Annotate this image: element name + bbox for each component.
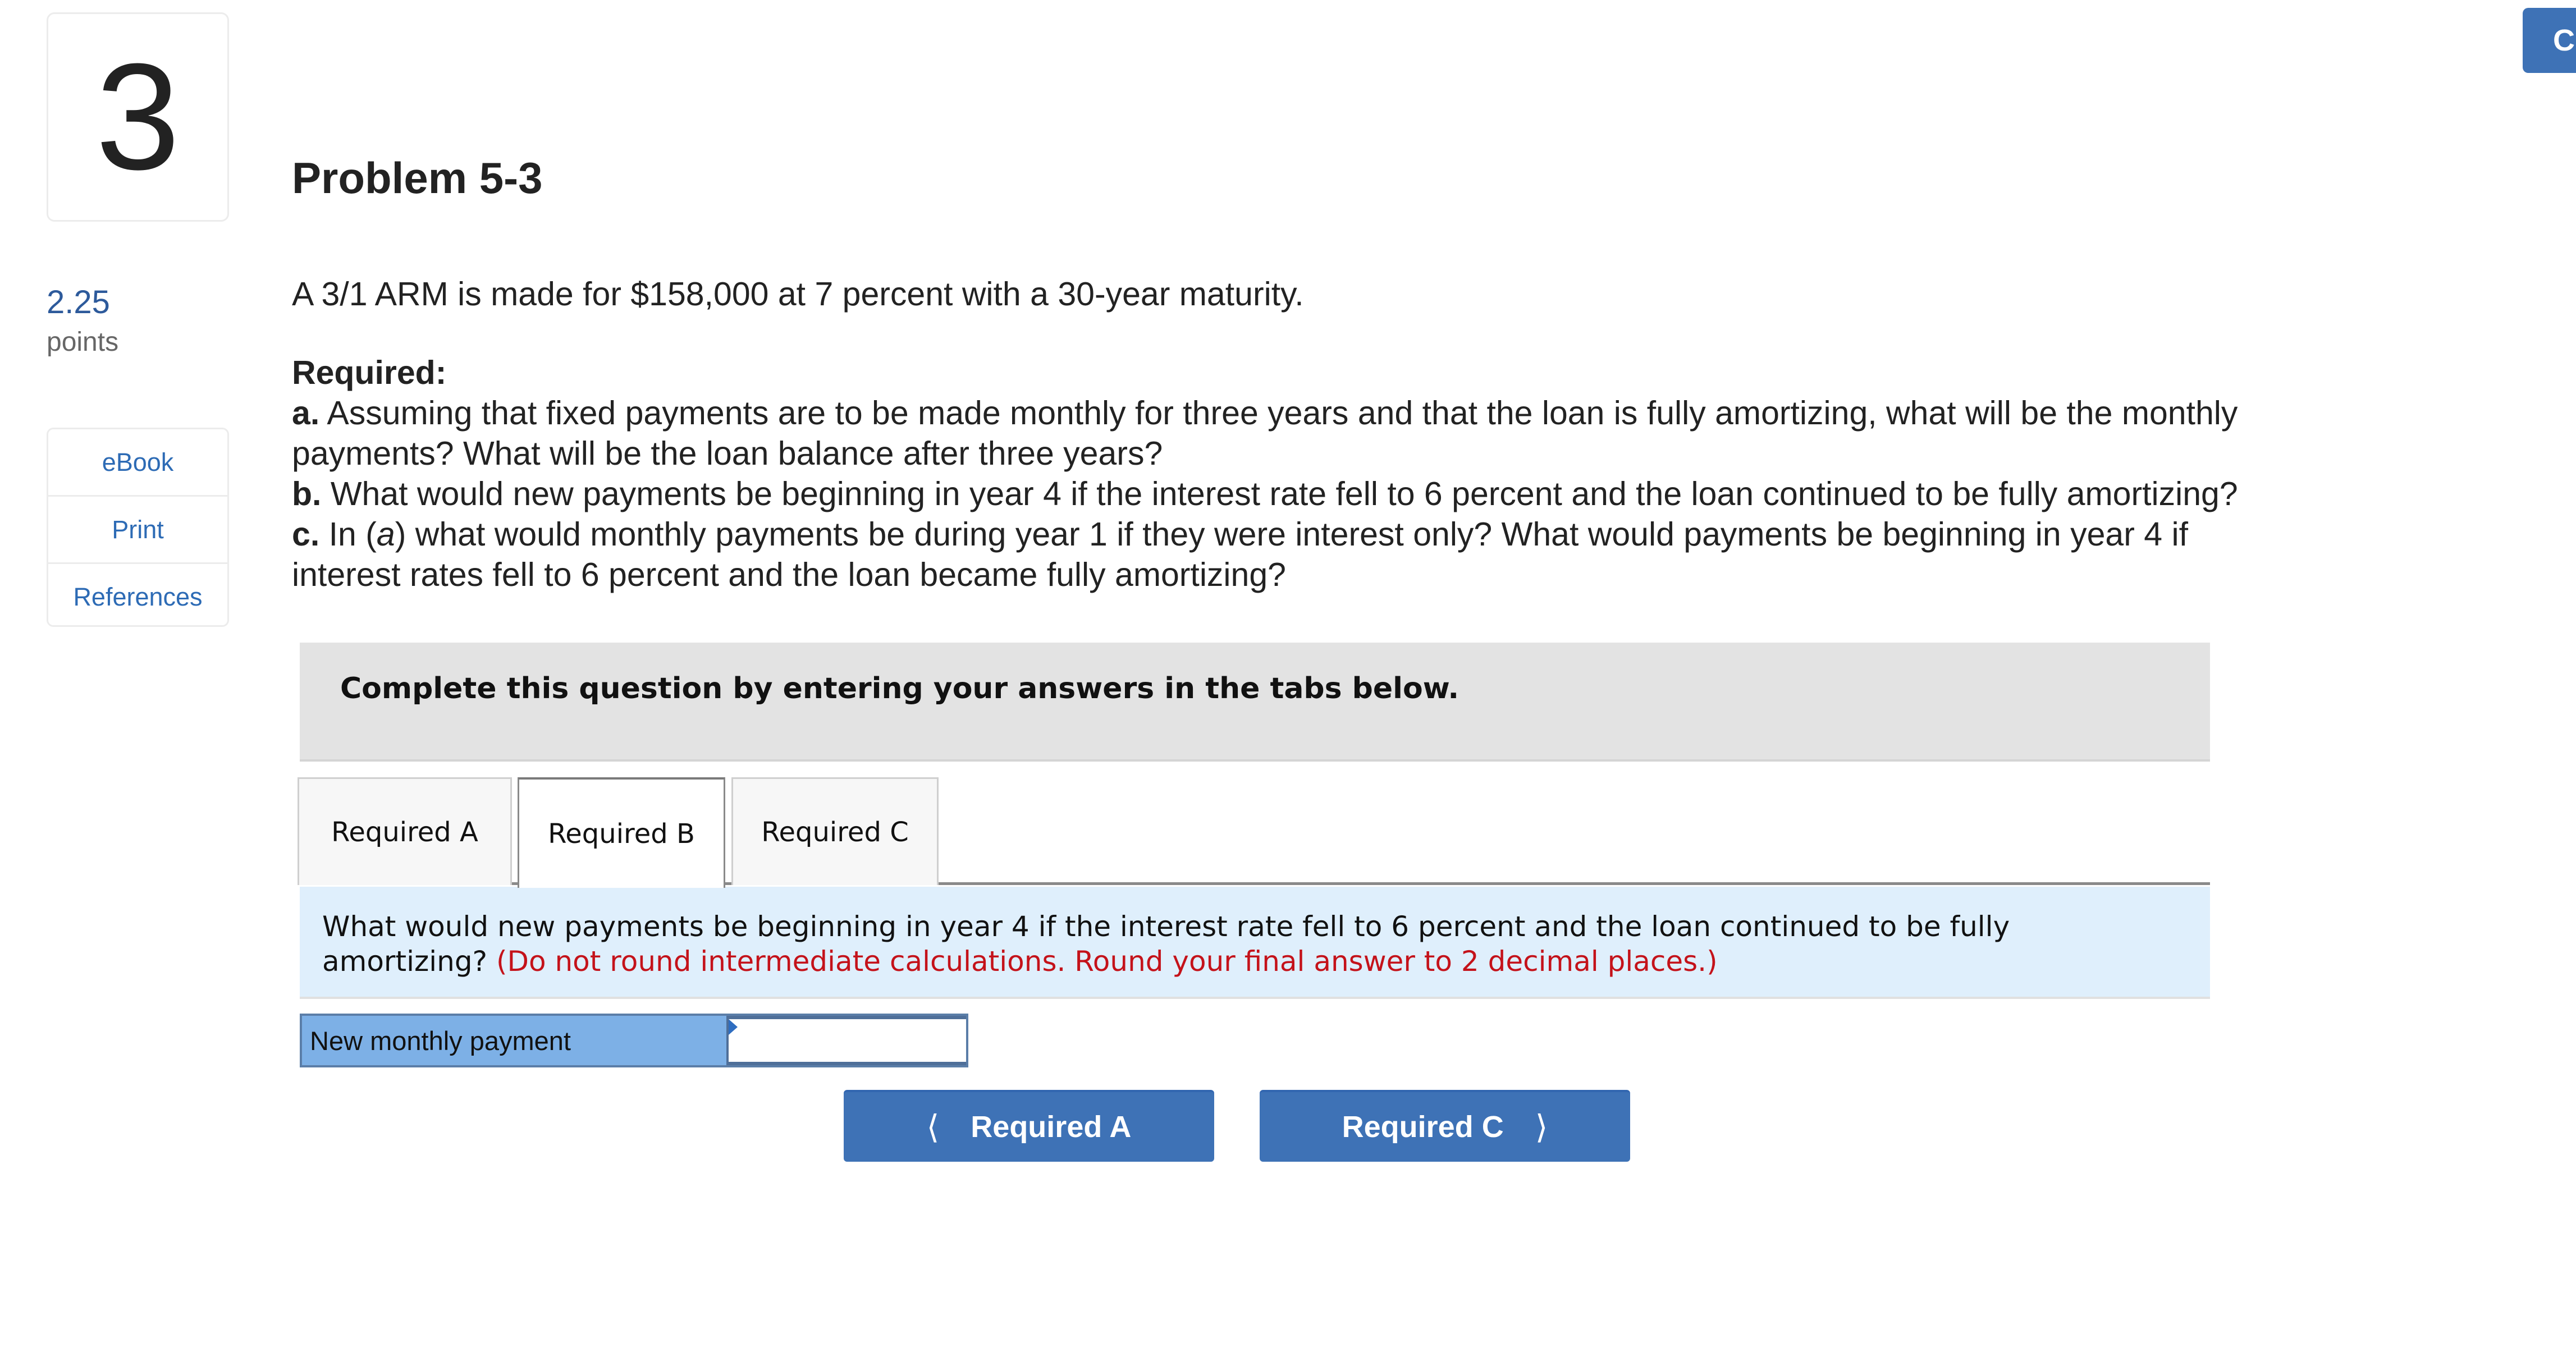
corner-button-label: C [2553, 24, 2575, 57]
points-value: 2.25 [47, 284, 110, 320]
part-b: b. What would new payments be beginning … [292, 475, 2238, 512]
part-c-cont: interest rates fell to 6 percent and the… [292, 556, 1286, 593]
part-a-cont: payments? What will be the loan balance … [292, 435, 1163, 472]
ebook-link[interactable]: eBook [48, 429, 227, 497]
required-section: Required: a. Assuming that fixed payment… [292, 352, 2425, 595]
answer-row: New monthly payment [300, 1014, 968, 1067]
question-prompt-box: What would new payments be beginning in … [300, 887, 2210, 999]
part-c: c. In (a) what would monthly payments be… [292, 516, 2188, 553]
new-monthly-payment-input[interactable] [729, 1016, 966, 1065]
chevron-right-icon: ⟩ [1535, 1109, 1548, 1145]
chevron-left-icon: ⟨ [926, 1109, 940, 1145]
rounding-hint: (Do not round intermediate calculations.… [496, 945, 1718, 978]
tab-bar: Required A Required B Required C [298, 777, 2210, 888]
tab-required-b[interactable]: Required B [518, 777, 725, 888]
tab-required-a[interactable]: Required A [298, 777, 512, 885]
answer-label: New monthly payment [302, 1016, 729, 1065]
question-number: 3 [47, 12, 229, 222]
problem-intro: A 3/1 ARM is made for $158,000 at 7 perc… [292, 276, 1304, 313]
problem-title: Problem 5-3 [292, 153, 543, 203]
next-button-label: Required C [1342, 1110, 1504, 1144]
next-required-c-button[interactable]: Required C ⟩ [1260, 1090, 1630, 1162]
print-link[interactable]: Print [48, 497, 227, 564]
required-heading: Required: [292, 354, 447, 391]
tab-required-c[interactable]: Required C [731, 777, 939, 885]
tools-panel: eBook Print References [47, 428, 229, 627]
prev-button-label: Required A [971, 1110, 1132, 1144]
prev-required-a-button[interactable]: ⟨ Required A [844, 1090, 1214, 1162]
points-label: points [47, 327, 119, 357]
answer-cell [729, 1016, 966, 1065]
instructions-text: Complete this question by entering your … [340, 672, 1459, 705]
question-prompt: What would new payments be beginning in … [322, 909, 2175, 979]
references-link[interactable]: References [48, 564, 227, 630]
instructions-box: Complete this question by entering your … [300, 643, 2210, 762]
input-flag-icon [729, 1019, 738, 1035]
corner-button[interactable]: C [2523, 8, 2576, 73]
part-a: a. Assuming that fixed payments are to b… [292, 395, 2238, 432]
